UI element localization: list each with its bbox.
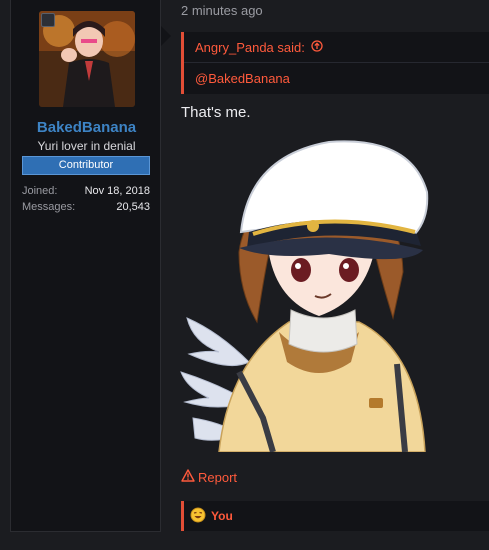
user-avatar[interactable]: [39, 11, 135, 107]
quote-block: Angry_Panda said: @BakedBanana: [181, 32, 489, 94]
stat-label: Messages:: [22, 201, 76, 213]
report-label[interactable]: Report: [198, 470, 237, 485]
stat-value[interactable]: 20,543: [116, 201, 150, 213]
warning-icon: [181, 469, 195, 485]
anime-sticker-image: [180, 140, 429, 452]
reaction-user[interactable]: You: [211, 509, 233, 523]
quote-author[interactable]: Angry_Panda said:: [195, 32, 305, 63]
quote-header[interactable]: Angry_Panda said:: [184, 32, 489, 63]
quote-body[interactable]: @BakedBanana: [184, 63, 489, 94]
laugh-reaction-icon: [190, 507, 206, 526]
user-banner: Contributor: [22, 156, 150, 175]
post-timestamp[interactable]: 2 minutes ago: [181, 3, 263, 18]
stat-label: Joined:: [22, 185, 58, 197]
reaction-bar[interactable]: You: [181, 501, 489, 531]
stat-joined: Joined: Nov 18, 2018: [22, 185, 150, 197]
avatar-badge-icon: [41, 13, 55, 27]
user-panel: BakedBanana Yuri lover in denial Contrib…: [10, 0, 171, 532]
user-title: Yuri lover in denial: [37, 139, 136, 153]
arrow-up-circle-icon[interactable]: [311, 32, 323, 63]
message-text: That's me.: [181, 104, 251, 121]
stat-messages: Messages: 20,543: [22, 201, 150, 213]
report-link[interactable]: Report: [181, 469, 237, 485]
stat-value: Nov 18, 2018: [84, 185, 150, 197]
username[interactable]: BakedBanana: [11, 119, 162, 136]
